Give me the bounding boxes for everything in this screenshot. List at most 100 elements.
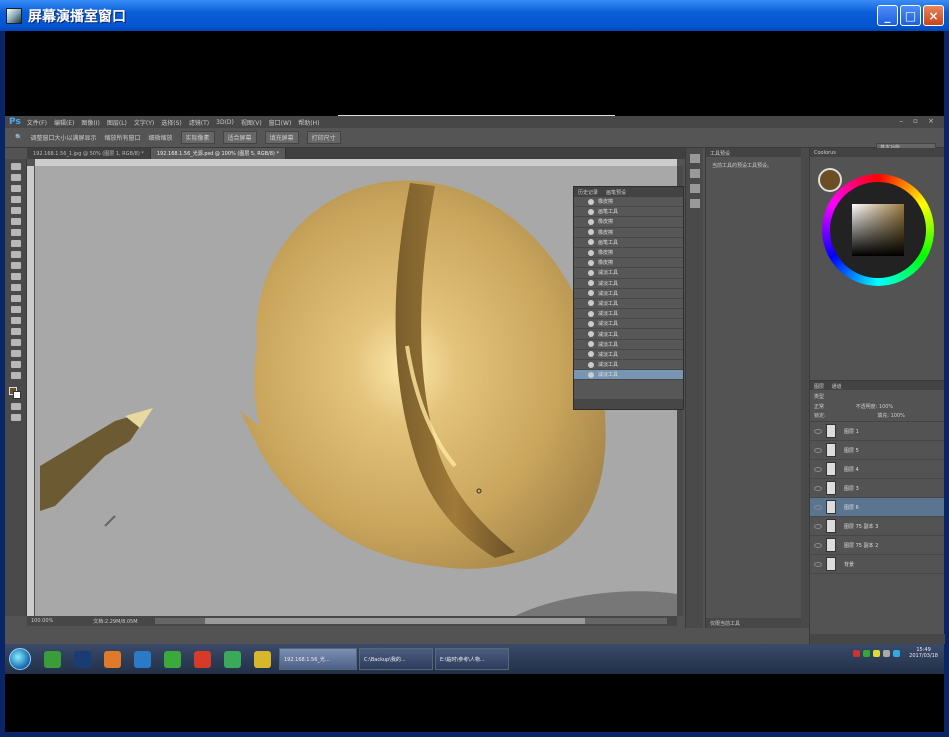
- canvas-horizontal-scrollbar[interactable]: [155, 618, 667, 624]
- history-item[interactable]: 减淡工具: [574, 319, 683, 330]
- menu-help[interactable]: 帮助(H): [298, 118, 319, 127]
- app-icon-red[interactable]: [194, 650, 211, 668]
- ps-window-controls[interactable]: – ▫ ×: [899, 117, 938, 125]
- shape-tool-icon[interactable]: [10, 350, 21, 357]
- tray-icon[interactable]: [893, 649, 901, 657]
- menu-type[interactable]: 文字(Y): [134, 118, 154, 127]
- menu-image[interactable]: 图像(I): [81, 118, 99, 127]
- brush-panel-icon[interactable]: [689, 184, 700, 193]
- healing-tool-icon[interactable]: [10, 229, 21, 236]
- visibility-eye-icon[interactable]: [814, 447, 822, 453]
- doc-tab-2[interactable]: 192.168.1.56_光源.psd @ 100% (图层 5, RGB/8)…: [150, 148, 286, 159]
- taskbar-item[interactable]: 192.168.1.56_光...: [279, 648, 357, 670]
- app-icon-orange[interactable]: [104, 650, 121, 668]
- history-item[interactable]: 减淡工具: [574, 268, 683, 279]
- history-item[interactable]: 减淡工具: [574, 309, 683, 320]
- quick-select-tool-icon[interactable]: [10, 196, 21, 203]
- app-icon-green2[interactable]: [224, 650, 241, 668]
- eyedropper-tool-icon[interactable]: [10, 218, 21, 225]
- menu-layer[interactable]: 图层(L): [107, 118, 127, 127]
- visibility-eye-icon[interactable]: [814, 561, 822, 567]
- layer-row[interactable]: 图层 1: [810, 422, 944, 441]
- history-item[interactable]: 橡皮擦: [574, 217, 683, 228]
- history-item[interactable]: 橡皮擦: [574, 258, 683, 269]
- visibility-eye-icon[interactable]: [814, 504, 822, 510]
- history-item[interactable]: 橡皮擦: [574, 197, 683, 208]
- channels-tab[interactable]: 通道: [832, 384, 842, 390]
- brush-tool-icon[interactable]: [10, 240, 21, 247]
- pen-tool-icon[interactable]: [10, 317, 21, 324]
- scroll-thumb[interactable]: [205, 618, 585, 624]
- layers-tab[interactable]: 图层: [814, 384, 824, 390]
- scrubby-zoom-checkbox[interactable]: 细微缩放: [149, 133, 173, 142]
- current-color-swatch[interactable]: [818, 168, 842, 192]
- browser-icon[interactable]: [44, 650, 61, 668]
- hand-tool-icon[interactable]: [10, 361, 21, 368]
- zoom-all-checkbox[interactable]: 缩放所有窗口: [105, 133, 141, 142]
- history-item[interactable]: 减淡工具: [574, 299, 683, 310]
- layer-row[interactable]: 图层 6: [810, 498, 944, 517]
- visibility-eye-icon[interactable]: [814, 428, 822, 434]
- history-item[interactable]: 减淡工具: [574, 279, 683, 289]
- maximize-button[interactable]: □: [900, 5, 921, 26]
- history-item[interactable]: 减淡工具: [574, 340, 683, 350]
- opacity-value[interactable]: 100%: [879, 404, 893, 410]
- history-panel-icon[interactable]: [689, 154, 700, 163]
- visibility-eye-icon[interactable]: [814, 542, 822, 548]
- color-wheel[interactable]: [822, 174, 934, 286]
- saturation-square[interactable]: [852, 204, 904, 256]
- zoom-level[interactable]: 100.00%: [31, 618, 53, 624]
- actual-pixels-button[interactable]: 实际像素: [180, 131, 215, 144]
- history-item[interactable]: 减淡工具: [574, 360, 683, 371]
- history-item[interactable]: 画笔工具: [574, 207, 683, 218]
- fit-screen-button[interactable]: 适合屏幕: [222, 131, 257, 144]
- color-chips[interactable]: [9, 387, 21, 399]
- history-brush-icon[interactable]: [10, 262, 21, 269]
- photoshop-quicklaunch-icon[interactable]: [74, 650, 91, 668]
- menu-window[interactable]: 窗口(W): [269, 118, 292, 127]
- layer-row[interactable]: 背景: [810, 555, 944, 574]
- fill-screen-button[interactable]: 填充屏幕: [264, 131, 299, 144]
- doc-tab-1[interactable]: 192.168.1.56_1.jpg @ 50% (图层 1, RGB/8) *: [27, 148, 151, 159]
- stamp-tool-icon[interactable]: [10, 251, 21, 258]
- start-button[interactable]: [9, 648, 31, 670]
- fill-value[interactable]: 100%: [891, 413, 905, 419]
- tray-icon[interactable]: [873, 649, 881, 657]
- zoom-tool-icon[interactable]: 🔍: [15, 134, 22, 141]
- brush-presets-tab[interactable]: 画笔预设: [602, 189, 630, 196]
- layer-kind-filter[interactable]: 类型: [814, 394, 824, 400]
- tray-icon[interactable]: [863, 649, 871, 657]
- menu-edit[interactable]: 编辑(E): [54, 118, 74, 127]
- character-panel-icon[interactable]: [689, 199, 700, 208]
- history-item[interactable]: 减淡工具: [574, 350, 683, 360]
- visibility-eye-icon[interactable]: [814, 485, 822, 491]
- tool-presets-icon[interactable]: [689, 169, 700, 178]
- blend-mode-select[interactable]: 正常: [814, 404, 824, 410]
- eraser-tool-icon[interactable]: [10, 273, 21, 280]
- gradient-tool-icon[interactable]: [10, 284, 21, 291]
- crop-tool-icon[interactable]: [10, 207, 21, 214]
- tray-icon[interactable]: [883, 649, 891, 657]
- history-item[interactable]: 画笔工具: [574, 238, 683, 248]
- visibility-eye-icon[interactable]: [814, 466, 822, 472]
- menu-select[interactable]: 选择(S): [161, 118, 182, 127]
- move-tool-icon[interactable]: [10, 163, 21, 170]
- menu-view[interactable]: 视图(V): [241, 118, 262, 127]
- taskbar-item[interactable]: E:\临时\参考\人物...: [435, 648, 509, 670]
- layer-row[interactable]: 图层 75 副本 2: [810, 536, 944, 555]
- title-bar[interactable]: 屏幕演播室窗口 _ □ ×: [0, 0, 949, 31]
- print-size-button[interactable]: 打印尺寸: [306, 131, 341, 144]
- system-clock[interactable]: 15:49 2017/03/18: [909, 647, 938, 659]
- history-item[interactable]: 橡皮擦: [574, 228, 683, 238]
- blur-tool-icon[interactable]: [10, 295, 21, 302]
- menu-filter[interactable]: 滤镜(T): [189, 118, 209, 127]
- visibility-eye-icon[interactable]: [814, 523, 822, 529]
- zoom-tool-side-icon[interactable]: [10, 372, 21, 379]
- history-item[interactable]: 减淡工具: [574, 289, 683, 299]
- dodge-tool-icon[interactable]: [10, 306, 21, 313]
- type-tool-icon[interactable]: [10, 328, 21, 335]
- minimize-button[interactable]: _: [877, 5, 898, 26]
- history-tab[interactable]: 历史记录: [574, 189, 602, 196]
- history-item[interactable]: 减淡工具: [574, 370, 683, 381]
- taskbar-item[interactable]: C:\Backup\我的...: [359, 648, 433, 670]
